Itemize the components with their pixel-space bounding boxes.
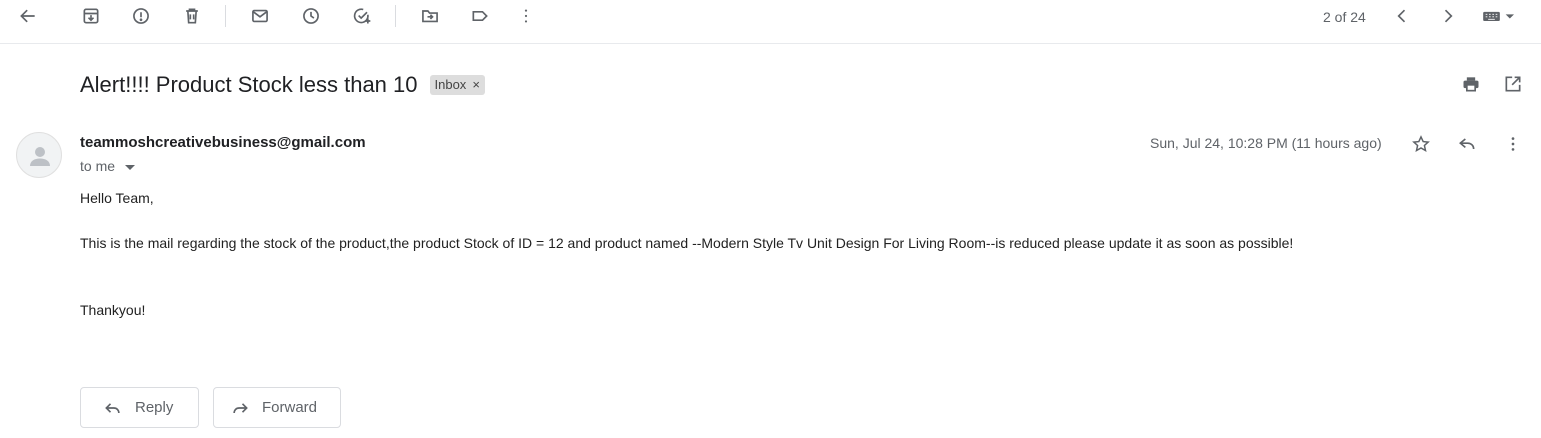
older-chevron-icon[interactable]	[1436, 4, 1460, 28]
snooze-icon[interactable]	[299, 4, 323, 28]
reply-button[interactable]: Reply	[80, 387, 199, 428]
recipient-label: to me	[80, 158, 116, 174]
report-spam-icon[interactable]	[129, 4, 153, 28]
forward-button[interactable]: Forward	[213, 387, 341, 428]
back-arrow-icon[interactable]	[16, 4, 40, 28]
reply-button-label: Reply	[135, 399, 174, 416]
email-timestamp: Sun, Jul 24, 10:28 PM (11 hours ago)	[1150, 135, 1382, 151]
pager-count: 2 of 24	[1323, 9, 1366, 25]
reply-icon[interactable]	[1455, 132, 1479, 156]
toolbar-divider	[395, 5, 396, 27]
add-to-tasks-icon[interactable]	[350, 4, 374, 28]
keyboard-icon[interactable]	[1478, 4, 1520, 28]
email-subject: Alert!!!! Product Stock less than 10	[80, 72, 418, 97]
print-icon[interactable]	[1459, 72, 1483, 96]
email-signoff: Thankyou!	[80, 302, 146, 318]
archive-icon[interactable]	[79, 4, 103, 28]
remove-label-button[interactable]: ×	[472, 77, 480, 92]
newer-chevron-icon[interactable]	[1390, 4, 1414, 28]
avatar	[16, 132, 62, 178]
default-avatar-icon	[30, 147, 50, 166]
email-body: This is the mail regarding the stock of …	[80, 235, 1294, 251]
forward-icon	[233, 402, 248, 413]
reply-icon	[105, 402, 120, 413]
open-new-window-icon[interactable]	[1501, 72, 1525, 96]
delete-icon[interactable]	[180, 4, 204, 28]
toolbar: 2 of 24	[0, 0, 1541, 44]
subject-row: Alert!!!! Product Stock less than 10 Inb…	[80, 70, 485, 100]
toolbar-divider	[225, 5, 226, 27]
move-to-icon[interactable]	[418, 4, 442, 28]
email-greeting: Hello Team,	[80, 190, 154, 206]
star-icon[interactable]	[1409, 132, 1433, 156]
inbox-label-chip[interactable]: Inbox ×	[429, 75, 485, 95]
recipient-details-toggle[interactable]: to me	[80, 158, 136, 174]
sender-email[interactable]: teammoshcreativebusiness@gmail.com	[80, 134, 366, 151]
label-icon[interactable]	[468, 4, 492, 28]
more-vert-icon[interactable]	[514, 4, 538, 28]
more-options-icon[interactable]	[1501, 132, 1525, 156]
chevron-down-icon[interactable]	[125, 164, 136, 170]
label-chip-text: Inbox	[434, 77, 467, 92]
mark-unread-icon[interactable]	[248, 4, 272, 28]
forward-button-label: Forward	[262, 399, 318, 416]
